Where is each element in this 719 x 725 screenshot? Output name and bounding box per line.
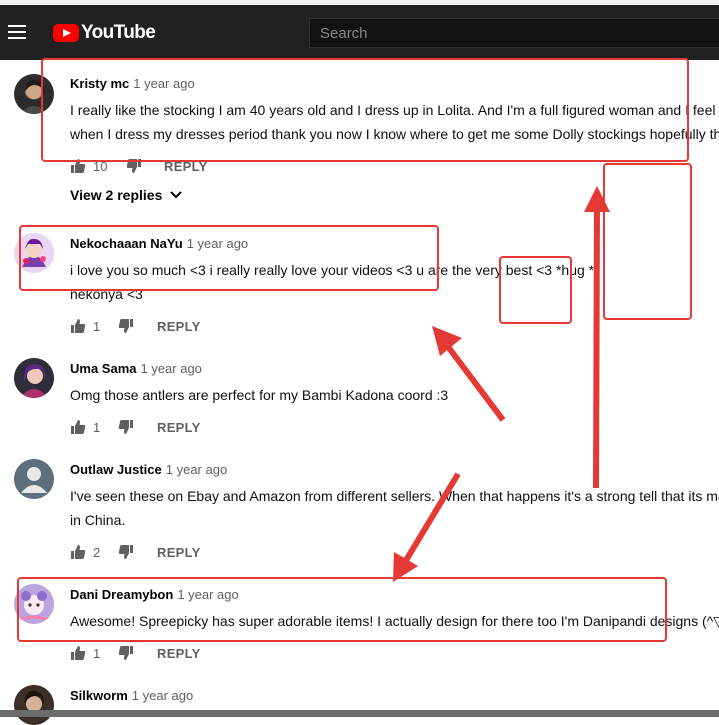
- thumbs-up-icon[interactable]: [70, 645, 86, 661]
- thumbs-down-icon[interactable]: [118, 544, 134, 560]
- reply-button[interactable]: REPLY: [157, 646, 201, 661]
- chevron-down-icon: [170, 191, 182, 199]
- comment-actions: 2 REPLY: [70, 544, 270, 560]
- view-replies-label: View 2 replies: [70, 187, 163, 203]
- thumbs-down-icon[interactable]: [118, 645, 134, 661]
- thumbs-up-icon[interactable]: [70, 419, 86, 435]
- play-button-icon: [53, 24, 79, 42]
- like-count: 1: [93, 646, 101, 661]
- comment-actions: 1 REPLY: [70, 645, 270, 661]
- comment-header: Outlaw Justice 1 year ago: [70, 462, 227, 477]
- view-replies-button[interactable]: View 2 replies: [70, 187, 182, 203]
- comment-header: Silkworm 1 year ago: [70, 688, 193, 703]
- search-box[interactable]: [309, 18, 719, 48]
- avatar[interactable]: [14, 685, 54, 725]
- window-bottom-strip: [0, 710, 719, 717]
- author-name[interactable]: Uma Sama: [70, 361, 136, 376]
- masthead: YouTube: [0, 5, 719, 60]
- reply-button[interactable]: REPLY: [157, 319, 201, 334]
- annotation-box: [499, 256, 572, 324]
- comment-time[interactable]: 1 year ago: [140, 361, 201, 376]
- reply-button[interactable]: REPLY: [157, 545, 201, 560]
- annotation-box: [603, 163, 692, 320]
- comment-header: Uma Sama 1 year ago: [70, 361, 202, 376]
- logo-text: YouTube: [81, 22, 156, 43]
- search-input[interactable]: [310, 19, 719, 47]
- comment-text-line: I've seen these on Ebay and Amazon from …: [70, 488, 719, 504]
- comment-actions: 1 REPLY: [70, 318, 270, 334]
- like-count: 2: [93, 545, 101, 560]
- like-count: 1: [93, 420, 101, 435]
- thumbs-down-icon[interactable]: [118, 318, 134, 334]
- author-name[interactable]: Outlaw Justice: [70, 462, 162, 477]
- avatar[interactable]: [14, 459, 54, 499]
- thumbs-up-icon[interactable]: [70, 318, 86, 334]
- comment-text-line: Omg those antlers are perfect for my Bam…: [70, 387, 449, 403]
- annotation-box: [19, 225, 439, 291]
- thumbs-up-icon[interactable]: [70, 544, 86, 560]
- author-name[interactable]: Silkworm: [70, 688, 128, 703]
- annotation-box: [17, 577, 667, 642]
- comment-time[interactable]: 1 year ago: [166, 462, 227, 477]
- hamburger-menu-icon[interactable]: [8, 25, 26, 39]
- like-count: 1: [93, 319, 101, 334]
- comment-time[interactable]: 1 year ago: [132, 688, 193, 703]
- avatar[interactable]: [14, 358, 54, 398]
- reply-button[interactable]: REPLY: [157, 420, 201, 435]
- annotation-box: [41, 58, 689, 162]
- comment-text-line: in China.: [70, 512, 126, 528]
- thumbs-down-icon[interactable]: [118, 419, 134, 435]
- comment-actions: 1 REPLY: [70, 419, 270, 435]
